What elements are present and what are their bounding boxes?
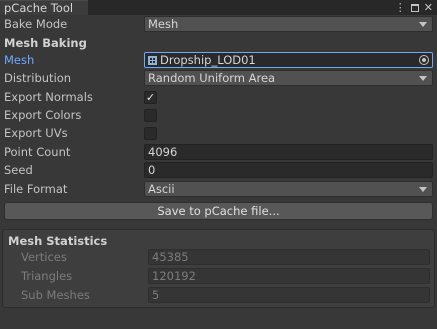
seed-input[interactable]: 0 <box>144 162 433 178</box>
triangles-value: 120192 <box>152 269 196 283</box>
seed-row: Seed 0 <box>0 161 437 179</box>
mesh-asset-icon <box>148 56 157 65</box>
bake-mode-row: Bake Mode Mesh <box>0 15 437 33</box>
object-picker-icon[interactable] <box>419 55 429 65</box>
vertices-row: Vertices 45385 <box>3 248 434 266</box>
point-count-label: Point Count <box>4 145 71 159</box>
chevron-down-icon <box>419 76 427 81</box>
sub-meshes-field: 5 <box>148 287 430 303</box>
export-normals-row: Export Normals ✓ <box>0 88 437 106</box>
mesh-row: Mesh Dropship_LOD01 <box>0 51 437 69</box>
save-to-pcache-button[interactable]: Save to pCache file... <box>4 202 433 220</box>
seed-label: Seed <box>4 163 33 177</box>
close-icon[interactable]: ✕ <box>424 1 433 15</box>
maximize-icon[interactable] <box>410 3 419 12</box>
sub-meshes-row: Sub Meshes 5 <box>3 286 434 304</box>
distribution-dropdown[interactable]: Random Uniform Area <box>144 70 433 86</box>
point-count-value: 4096 <box>148 145 178 159</box>
mesh-baking-header-row: Mesh Baking <box>0 34 437 52</box>
triangles-row: Triangles 120192 <box>3 267 434 285</box>
mesh-value: Dropship_LOD01 <box>160 53 256 67</box>
export-uvs-row: Export UVs <box>0 124 437 142</box>
export-normals-checkbox[interactable]: ✓ <box>144 91 157 104</box>
seed-value: 0 <box>148 163 156 177</box>
mesh-label: Mesh <box>4 53 35 67</box>
file-format-dropdown[interactable]: Ascii <box>144 181 433 197</box>
checkmark-icon: ✓ <box>145 91 156 104</box>
mesh-baking-header: Mesh Baking <box>4 36 87 50</box>
triangles-label: Triangles <box>21 269 73 283</box>
export-colors-checkbox[interactable] <box>144 109 157 122</box>
chevron-down-icon <box>419 187 427 192</box>
tab-pcache-tool[interactable]: pCache Tool <box>0 0 88 15</box>
vertices-label: Vertices <box>21 250 67 264</box>
file-format-value: Ascii <box>148 182 175 196</box>
mesh-statistics-panel: Mesh Statistics Vertices 45385 Triangles… <box>2 229 435 308</box>
sub-meshes-label: Sub Meshes <box>21 288 90 302</box>
distribution-value: Random Uniform Area <box>148 71 276 85</box>
export-uvs-label: Export UVs <box>4 126 68 140</box>
distribution-label: Distribution <box>4 71 72 85</box>
export-colors-label: Export Colors <box>4 108 82 122</box>
export-colors-row: Export Colors <box>0 106 437 124</box>
vertices-field: 45385 <box>148 249 430 265</box>
tab-bar: pCache Tool ⋮ ✕ <box>0 0 437 15</box>
file-format-label: File Format <box>4 182 68 196</box>
kebab-menu-icon[interactable]: ⋮ <box>395 1 406 15</box>
triangles-field: 120192 <box>148 268 430 284</box>
window-controls: ⋮ ✕ <box>395 0 433 15</box>
point-count-row: Point Count 4096 <box>0 143 437 161</box>
distribution-row: Distribution Random Uniform Area <box>0 69 437 87</box>
chevron-down-icon <box>419 22 427 27</box>
file-format-row: File Format Ascii <box>0 180 437 198</box>
sub-meshes-value: 5 <box>152 288 160 302</box>
vertices-value: 45385 <box>152 250 189 264</box>
export-uvs-checkbox[interactable] <box>144 127 157 140</box>
bake-mode-label: Bake Mode <box>4 17 68 31</box>
point-count-input[interactable]: 4096 <box>144 144 433 160</box>
tab-title: pCache Tool <box>4 1 74 15</box>
bake-mode-dropdown[interactable]: Mesh <box>144 16 433 32</box>
bake-mode-value: Mesh <box>148 17 179 31</box>
mesh-object-field[interactable]: Dropship_LOD01 <box>144 52 433 68</box>
export-normals-label: Export Normals <box>4 90 93 104</box>
